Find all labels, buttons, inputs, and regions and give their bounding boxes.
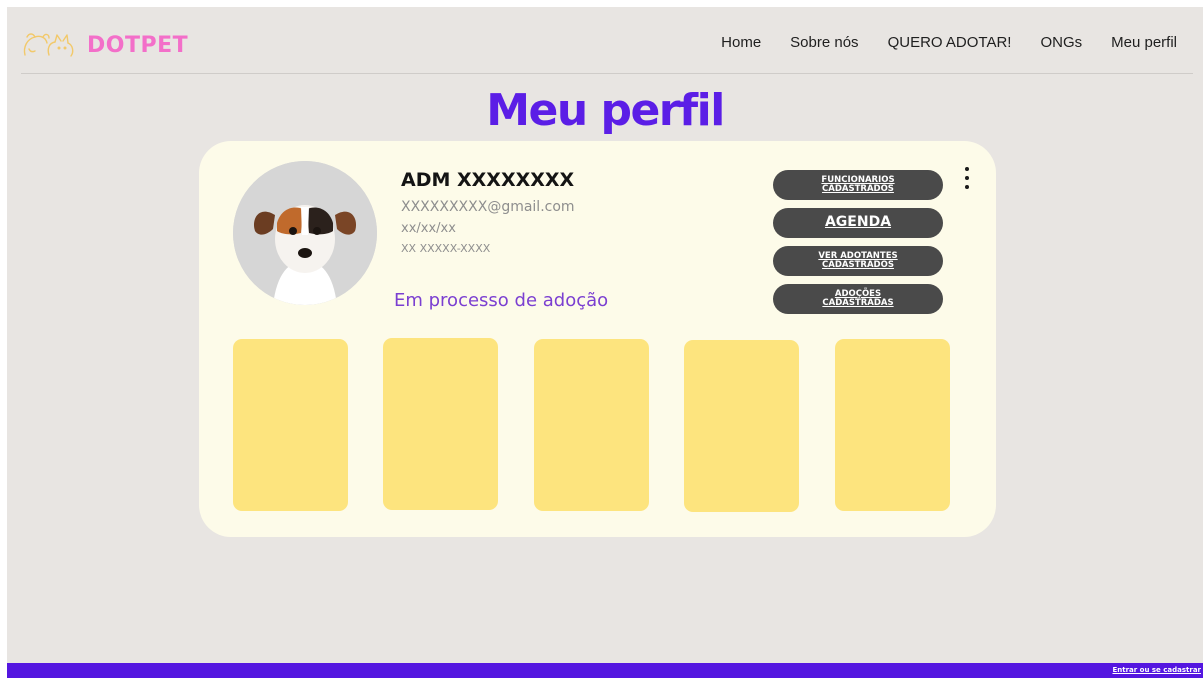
adoption-status-label: Em processo de adoção: [394, 290, 609, 311]
funcionarios-cadastrados-button[interactable]: FUNCIONARIOS CADASTRADOS: [773, 170, 943, 200]
page-background: DOTPET Home Sobre nós QUERO ADOTAR! ONGs…: [7, 7, 1203, 663]
main-nav: Home Sobre nós QUERO ADOTAR! ONGs Meu pe…: [692, 34, 1177, 51]
more-vertical-icon[interactable]: [961, 167, 973, 189]
header-divider: [21, 73, 1193, 74]
login-signup-link[interactable]: Entrar ou se cadastrar: [1112, 666, 1201, 674]
profile-birthdate: xx/xx/xx: [401, 221, 456, 236]
button-label: AGENDA: [824, 214, 892, 231]
button-label-line-2: CADASTRADAS: [822, 298, 894, 308]
profile-phone: XX XXXXX-XXXX: [401, 242, 491, 255]
ver-adotantes-button[interactable]: VER ADOTANTES CADASTRADOS: [773, 246, 943, 276]
profile-card: ADM XXXXXXXX XXXXXXXXX@gmail.com xx/xx/x…: [199, 141, 996, 537]
page-title: Meu perfil: [486, 85, 725, 136]
dog-cat-outline-icon: [23, 33, 74, 57]
button-label-line-2: CADASTRADOS: [822, 184, 894, 194]
pet-card[interactable]: [835, 339, 950, 511]
nav-ongs[interactable]: ONGs: [1040, 34, 1082, 51]
adocoes-cadastradas-button[interactable]: ADOÇÕES CADASTRADAS: [773, 284, 943, 314]
pet-card[interactable]: [684, 340, 799, 512]
pet-card[interactable]: [534, 339, 649, 511]
brand-logo[interactable]: DOTPET: [19, 25, 188, 65]
nav-sobre-nos[interactable]: Sobre nós: [790, 34, 858, 51]
brand-name: DOTPET: [87, 32, 189, 58]
agenda-button[interactable]: AGENDA: [773, 208, 943, 238]
nav-meu-perfil[interactable]: Meu perfil: [1111, 34, 1177, 51]
pet-card[interactable]: [233, 339, 348, 511]
footer-bar: Entrar ou se cadastrar: [7, 663, 1203, 678]
button-label-line-2: CADASTRADOS: [822, 260, 894, 270]
profile-name: ADM XXXXXXXX: [401, 169, 575, 191]
dog-photo: [233, 161, 377, 305]
nav-home[interactable]: Home: [721, 34, 761, 51]
profile-avatar: [233, 161, 377, 305]
pet-card[interactable]: [383, 338, 498, 510]
nav-quero-adotar[interactable]: QUERO ADOTAR!: [888, 34, 1012, 51]
profile-email: XXXXXXXXX@gmail.com: [401, 199, 575, 215]
